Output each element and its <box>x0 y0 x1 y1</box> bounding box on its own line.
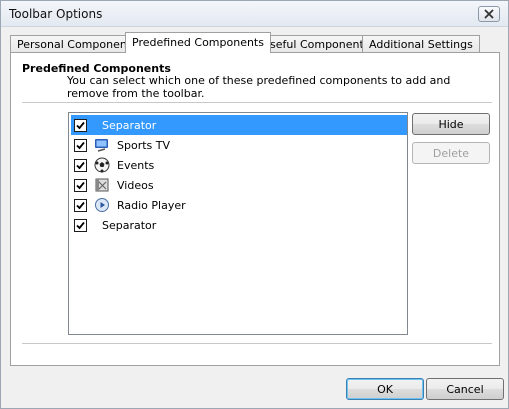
delete-button[interactable]: Delete <box>412 142 490 164</box>
checkmark-icon <box>76 141 85 149</box>
divider-bottom <box>22 343 492 344</box>
hide-button-label: Hide <box>438 117 464 131</box>
cancel-button[interactable]: Cancel <box>426 378 504 400</box>
list-item-label: Events <box>117 158 155 172</box>
cancel-button-label: Cancel <box>446 382 484 396</box>
list-item-label: Separator <box>102 218 157 232</box>
list-item-sports-tv[interactable]: Sports TV <box>71 135 407 155</box>
play-icon <box>93 196 111 214</box>
delete-button-label: Delete <box>432 146 470 160</box>
tv-icon <box>93 136 111 154</box>
list-item-events[interactable]: Events <box>71 155 407 175</box>
hide-button[interactable]: Hide <box>412 113 490 135</box>
tab-label: Additional Settings <box>369 38 473 51</box>
title-bar[interactable]: Toolbar Options <box>1 1 508 27</box>
checkbox[interactable] <box>74 198 87 212</box>
checkbox[interactable] <box>74 158 87 172</box>
checkbox[interactable] <box>74 218 87 232</box>
tab-personal-components[interactable]: Personal Components <box>10 35 144 53</box>
tab-additional-settings[interactable]: Additional Settings <box>362 35 480 53</box>
components-list[interactable]: Separator Sports TV Events Videos Radio … <box>68 112 408 335</box>
list-item-radio-player[interactable]: Radio Player <box>71 195 407 215</box>
checkmark-icon <box>76 161 85 169</box>
list-item-label: Sports TV <box>117 138 171 152</box>
ok-button-label: OK <box>377 382 393 396</box>
checkbox[interactable] <box>74 118 87 132</box>
film-icon <box>93 176 111 194</box>
list-item-separator-1[interactable]: Separator <box>71 115 407 135</box>
list-item-separator-2[interactable]: Separator <box>71 215 407 235</box>
checkbox[interactable] <box>74 178 87 192</box>
list-item-label: Videos <box>117 178 154 192</box>
checkmark-icon <box>76 201 85 209</box>
tab-label: Personal Components <box>17 38 137 51</box>
tab-useful-components[interactable]: Useful Components <box>255 35 377 53</box>
section-description: You can select which one of these predef… <box>67 74 451 100</box>
toolbar-options-dialog: Toolbar Options Personal Components Pred… <box>0 0 509 409</box>
divider-top <box>22 102 492 103</box>
close-icon <box>484 9 494 19</box>
list-item-label: Radio Player <box>117 198 186 212</box>
close-button[interactable] <box>478 6 500 22</box>
checkmark-icon <box>76 181 85 189</box>
tab-panel: Predefined Components You can select whi… <box>10 52 500 366</box>
list-item-videos[interactable]: Videos <box>71 175 407 195</box>
checkbox[interactable] <box>74 138 87 152</box>
window-title: Toolbar Options <box>9 7 103 21</box>
soccer-ball-icon <box>93 156 111 174</box>
checkmark-icon <box>76 121 85 129</box>
tab-predefined-components[interactable]: Predefined Components <box>125 32 271 53</box>
ok-button[interactable]: OK <box>346 378 424 400</box>
checkmark-icon <box>76 221 85 229</box>
tab-label: Useful Components <box>262 38 370 51</box>
list-item-label: Separator <box>102 118 157 132</box>
tab-label: Predefined Components <box>132 36 264 49</box>
